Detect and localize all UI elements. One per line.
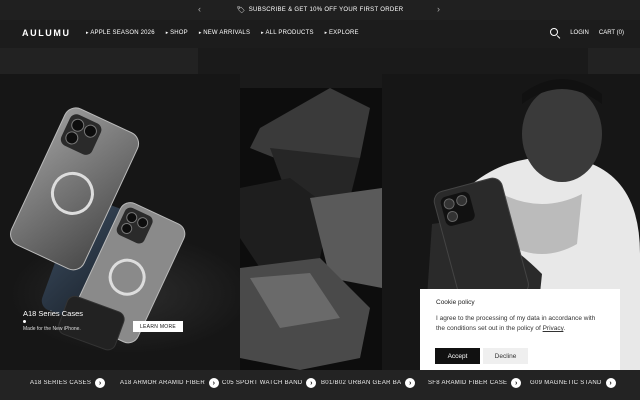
category-label: SF8 ARAMID FIBER CASE [428, 380, 508, 386]
category-item[interactable]: A18 SERIES CASES › [30, 378, 106, 388]
cookie-text-body: I agree to the processing of my data in … [436, 315, 596, 332]
promo-subtitle: Made for the New iPhone. [23, 326, 81, 332]
category-item[interactable]: A18 ARMOR ARAMID FIBER › [120, 378, 219, 388]
category-bar: A18 SERIES CASES › A18 ARMOR ARAMID FIBE… [0, 370, 640, 400]
main-nav: APPLE SEASON 2026 SHOP NEW ARRIVALS ALL … [86, 30, 359, 36]
chevron-right-icon: › [405, 378, 416, 388]
category-label: A18 ARMOR ARAMID FIBER [120, 380, 205, 386]
announcement-bar: ‹ 🏷 SUBSCRIBE & GET 10% OFF YOUR FIRST O… [0, 0, 640, 20]
hero-panel-rocks[interactable] [240, 88, 382, 370]
category-label: G09 MAGNETIC STAND [530, 380, 602, 386]
chevron-right-icon: › [306, 378, 317, 388]
header-actions: LOGIN CART (0) [550, 28, 624, 39]
privacy-link[interactable]: Privacy [543, 325, 564, 332]
rocks-image [240, 88, 382, 370]
tag-icon: 🏷 [236, 7, 246, 14]
chevron-right-icon: › [605, 378, 616, 388]
nav-item-explore[interactable]: EXPLORE [325, 30, 359, 36]
cookie-text: I agree to the processing of my data in … [436, 314, 604, 334]
promo-dot [23, 320, 26, 323]
cookie-title: Cookie policy [436, 299, 475, 306]
chevron-right-icon: › [95, 378, 106, 388]
chevron-right-icon: › [511, 378, 522, 388]
next-announcement-arrow-icon[interactable]: › [437, 4, 440, 14]
category-label: A18 SERIES CASES [30, 380, 92, 386]
category-item[interactable]: G09 MAGNETIC STAND › [530, 378, 616, 388]
promo-title: A18 Series Cases [23, 309, 84, 318]
category-item[interactable]: C05 SPORT WATCH BAND › [222, 378, 317, 388]
hero-panel-cases[interactable]: A18 Series Cases Made for the New iPhone… [0, 74, 240, 370]
nav-item-all-products[interactable]: ALL PRODUCTS [261, 30, 314, 36]
category-item[interactable]: B01/B02 URBAN GEAR BA › [321, 378, 416, 388]
search-icon[interactable] [550, 28, 561, 39]
logo[interactable]: AULUMU [22, 28, 71, 38]
nav-item-shop[interactable]: SHOP [166, 30, 188, 36]
category-label: B01/B02 URBAN GEAR BA [321, 380, 402, 386]
cookie-text-end: . [563, 325, 566, 332]
accept-button[interactable]: Accept [435, 348, 480, 364]
prev-announcement-arrow-icon[interactable]: ‹ [198, 4, 201, 14]
category-label: C05 SPORT WATCH BAND [222, 380, 303, 386]
site-header: AULUMU APPLE SEASON 2026 SHOP NEW ARRIVA… [0, 20, 640, 48]
login-link[interactable]: LOGIN [570, 30, 589, 36]
nav-item-new-arrivals[interactable]: NEW ARRIVALS [199, 30, 250, 36]
chevron-right-icon: › [208, 378, 219, 388]
decline-button[interactable]: Decline [483, 348, 528, 364]
cart-link[interactable]: CART (0) [599, 30, 624, 36]
cookie-policy-dialog: Cookie policy I agree to the processing … [420, 289, 620, 370]
category-item[interactable]: SF8 ARAMID FIBER CASE › [428, 378, 522, 388]
nav-item-apple-season[interactable]: APPLE SEASON 2026 [86, 30, 155, 36]
learn-more-button[interactable]: LEARN MORE [133, 321, 183, 332]
announcement-text[interactable]: SUBSCRIBE & GET 10% OFF YOUR FIRST ORDER [249, 7, 404, 13]
